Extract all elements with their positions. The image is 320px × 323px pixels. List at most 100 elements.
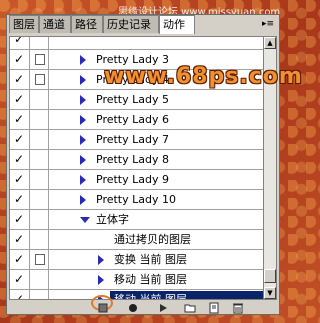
new-page-icon [209, 302, 219, 314]
expand-triangle-icon[interactable] [98, 255, 104, 265]
toggle-item-cell[interactable]: ✓ [10, 90, 30, 109]
checkmark-icon: ✓ [14, 72, 25, 86]
dialog-toggle-cell[interactable] [30, 250, 49, 269]
tab-channels[interactable]: 通道 [39, 15, 71, 33]
expand-triangle-icon[interactable] [98, 275, 104, 285]
action-row[interactable]: ✓ Pretty Lady 8 [10, 150, 266, 170]
panel-menu-icon[interactable]: ▸≡ [261, 18, 275, 30]
toggle-item-cell[interactable]: ✓ [10, 50, 30, 69]
dialog-toggle-cell[interactable] [30, 37, 49, 49]
dialog-toggle-cell[interactable] [30, 230, 49, 249]
toggle-item-cell[interactable]: ✓ [10, 150, 30, 169]
watermark-site-text: www.68ps.com [104, 64, 303, 89]
record-icon [129, 304, 137, 312]
checkmark-icon: ✓ [14, 192, 25, 206]
dialog-icon [35, 74, 45, 85]
action-label: 变换 当前 图层 [114, 253, 187, 266]
expand-triangle-icon[interactable] [80, 55, 86, 65]
new-action-button[interactable] [207, 300, 221, 314]
stop-icon [98, 303, 108, 313]
dialog-toggle-cell[interactable] [30, 170, 49, 189]
dialog-toggle-cell[interactable] [30, 70, 49, 89]
checkmark-icon: ✓ [14, 52, 25, 66]
toggle-item-cell[interactable]: ✓ [10, 190, 30, 209]
action-label: 移动 当前 图层 [114, 273, 187, 286]
action-label: Pretty Lady 8 [96, 153, 169, 166]
checkmark-icon: ✓ [14, 92, 25, 106]
expand-triangle-icon[interactable] [80, 135, 86, 145]
tab-actions[interactable]: 动作 [159, 15, 195, 34]
dialog-icon [35, 254, 45, 265]
dialog-toggle-cell[interactable] [30, 290, 49, 299]
action-row[interactable]: ✓ Pretty Lady 7 [10, 130, 266, 150]
toggle-item-cell[interactable]: ✓ [10, 250, 30, 269]
action-label: 通过拷贝的图层 [114, 233, 191, 246]
record-button[interactable] [126, 300, 140, 314]
dialog-toggle-cell[interactable] [30, 110, 49, 129]
action-row[interactable]: ✓ 通过拷贝的图层 [10, 230, 266, 250]
delete-button[interactable] [231, 300, 245, 314]
dialog-icon [35, 54, 45, 65]
scroll-up-icon[interactable]: ▲ [264, 37, 276, 49]
expand-triangle-icon[interactable] [80, 175, 86, 185]
checkmark-icon: ✓ [14, 36, 25, 46]
dialog-toggle-cell[interactable] [30, 50, 49, 69]
action-row[interactable]: ✓ 变换 当前 图层 [10, 250, 266, 270]
action-label: 移动 当前 图层 [114, 293, 187, 300]
stop-button[interactable] [96, 300, 110, 314]
checkmark-icon: ✓ [14, 252, 25, 266]
toggle-item-cell[interactable]: ✓ [10, 210, 30, 229]
expand-triangle-icon[interactable] [80, 115, 86, 125]
toggle-item-cell[interactable]: ✓ [10, 36, 30, 49]
dialog-toggle-cell[interactable] [30, 270, 49, 289]
dialog-toggle-cell[interactable] [30, 150, 49, 169]
toggle-item-cell[interactable]: ✓ [10, 110, 30, 129]
expand-triangle-icon[interactable] [80, 155, 86, 165]
action-label: Pretty Lady 6 [96, 113, 169, 126]
dialog-toggle-cell[interactable] [30, 190, 49, 209]
folder-icon [184, 304, 196, 313]
dialog-toggle-cell[interactable] [30, 210, 49, 229]
checkmark-icon: ✓ [14, 172, 25, 186]
action-row[interactable]: ✓ Pretty Lady 6 [10, 110, 266, 130]
action-label: Pretty Lady 5 [96, 93, 169, 106]
new-set-button[interactable] [183, 300, 197, 314]
toggle-item-cell[interactable]: ✓ [10, 130, 30, 149]
trash-icon [233, 303, 243, 314]
toggle-item-cell[interactable]: ✓ [10, 170, 30, 189]
play-icon [160, 304, 167, 312]
expand-triangle-icon[interactable] [80, 195, 86, 205]
scroll-thumb[interactable] [264, 269, 276, 283]
action-label: 立体字 [96, 213, 129, 226]
expand-triangle-icon[interactable] [80, 75, 86, 85]
play-button[interactable] [156, 300, 170, 314]
toggle-item-cell[interactable]: ✓ [10, 230, 30, 249]
action-row[interactable]: ✓ 移动 当前 图层 [10, 290, 266, 300]
action-row[interactable]: ✓ Pretty Lady 9 [10, 170, 266, 190]
toggle-item-cell[interactable]: ✓ [10, 70, 30, 89]
checkmark-icon: ✓ [14, 212, 25, 226]
panel-tabs: 图层 通道 路径 历史记录 动作 ▸≡ [7, 15, 279, 34]
toggle-item-cell[interactable]: ✓ [10, 270, 30, 289]
tab-layers[interactable]: 图层 [9, 15, 39, 33]
toggle-item-cell[interactable]: ✓ [10, 290, 30, 300]
expand-triangle-icon[interactable] [80, 95, 86, 105]
scroll-down-icon[interactable]: ▼ [264, 287, 276, 299]
checkmark-icon: ✓ [14, 292, 25, 300]
checkmark-icon: ✓ [14, 112, 25, 126]
action-row[interactable]: ✓ Pretty Lady 10 [10, 190, 266, 210]
action-label: Pretty Lady 9 [96, 173, 169, 186]
dialog-toggle-cell[interactable] [30, 130, 49, 149]
action-row[interactable]: ✓ [10, 36, 266, 50]
action-row[interactable]: ✓ Pretty Lady 5 [10, 90, 266, 110]
collapse-triangle-icon[interactable] [80, 217, 90, 223]
action-label: Pretty Lady 10 [96, 193, 176, 206]
tab-history[interactable]: 历史记录 [103, 15, 159, 33]
tab-paths[interactable]: 路径 [71, 15, 103, 33]
checkmark-icon: ✓ [14, 132, 25, 146]
action-row[interactable]: ✓ 立体字 [10, 210, 266, 230]
checkmark-icon: ✓ [14, 232, 25, 246]
dialog-toggle-cell[interactable] [30, 90, 49, 109]
checkmark-icon: ✓ [14, 152, 25, 166]
action-row[interactable]: ✓ 移动 当前 图层 [10, 270, 266, 290]
